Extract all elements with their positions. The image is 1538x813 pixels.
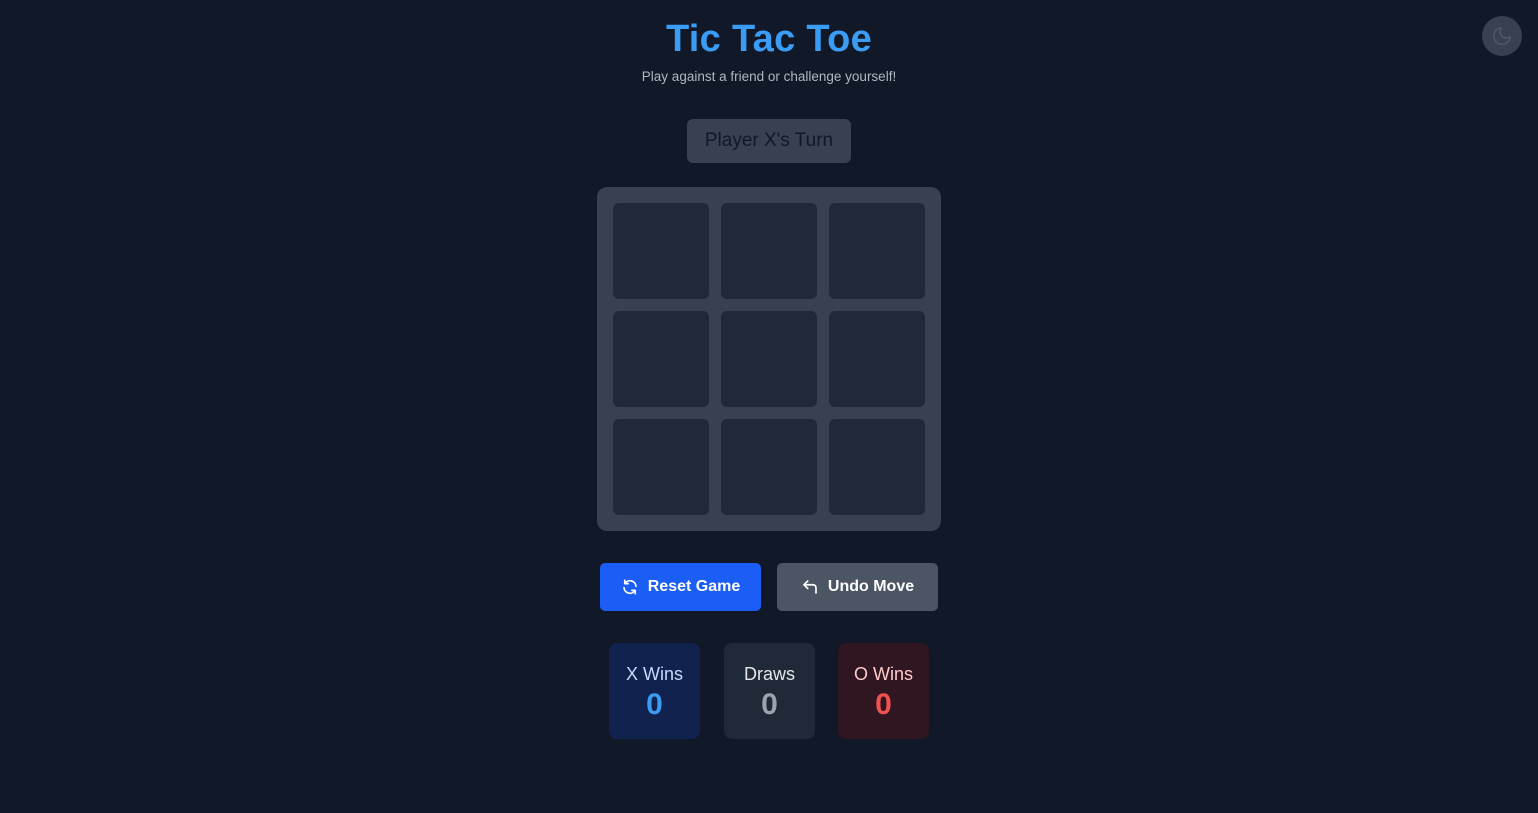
undo-move-label: Undo Move [827, 578, 915, 595]
draws-label: Draws [743, 664, 795, 684]
o-wins-card: O Wins 0 [838, 643, 929, 739]
undo-arrow-icon [801, 578, 819, 596]
o-wins-label: O Wins [853, 664, 913, 684]
board-cell-8[interactable] [721, 419, 817, 515]
x-wins-label: X Wins [625, 664, 683, 684]
draws-count: 0 [761, 688, 778, 721]
page-subtitle: Play against a friend or challenge yours… [641, 69, 897, 84]
game-page: Tic Tac Toe Play against a friend or cha… [0, 0, 1538, 813]
board-cell-2[interactable] [721, 203, 817, 299]
x-wins-count: 0 [646, 688, 663, 721]
draws-card: Draws 0 [724, 643, 815, 739]
page-title: Tic Tac Toe [665, 18, 873, 60]
board-cell-9[interactable] [829, 419, 925, 515]
game-board [597, 187, 941, 531]
turn-status: Player X's Turn [687, 119, 851, 163]
o-wins-count: 0 [875, 688, 892, 721]
x-wins-card: X Wins 0 [609, 643, 700, 739]
board-cell-7[interactable] [613, 419, 709, 515]
undo-move-button[interactable]: Undo Move [777, 563, 938, 611]
refresh-icon [621, 578, 639, 596]
board-cell-4[interactable] [613, 311, 709, 407]
reset-game-button[interactable]: Reset Game [600, 563, 761, 611]
board-cell-3[interactable] [829, 203, 925, 299]
board-cell-6[interactable] [829, 311, 925, 407]
reset-game-label: Reset Game [647, 578, 741, 595]
board-cell-1[interactable] [613, 203, 709, 299]
board-cell-5[interactable] [721, 311, 817, 407]
